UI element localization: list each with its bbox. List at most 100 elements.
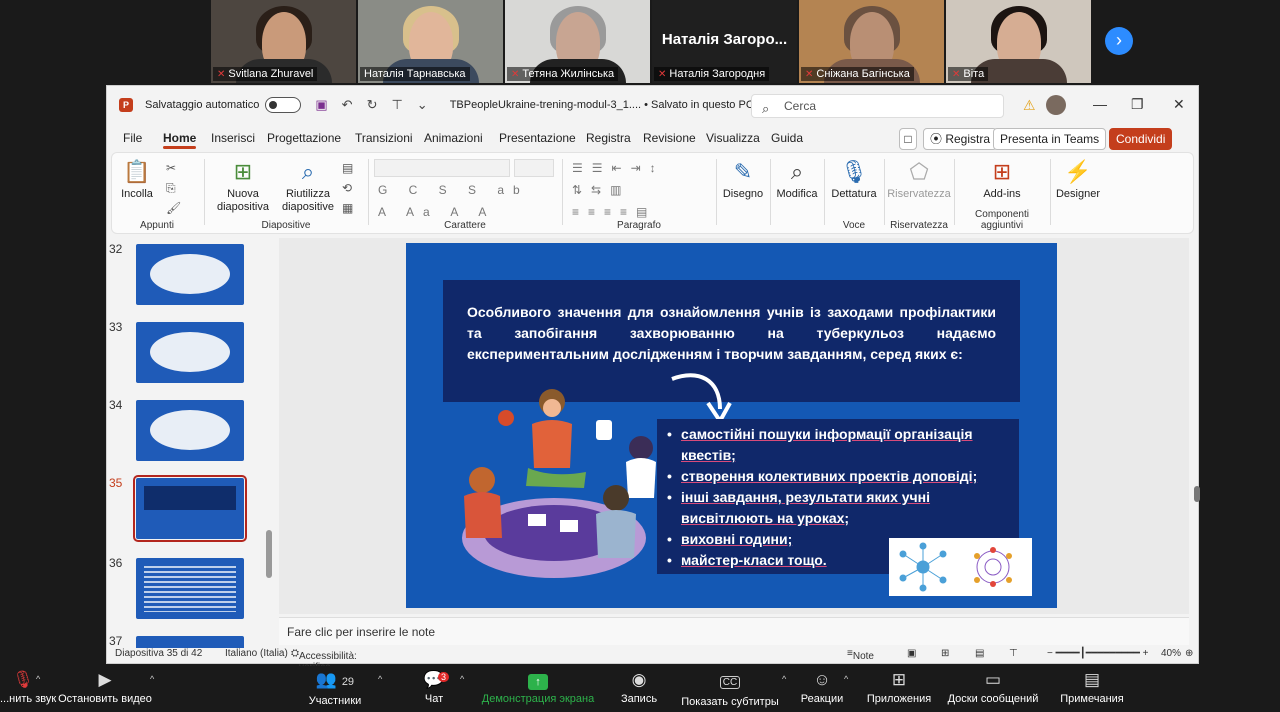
document-title[interactable]: TBPeopleUkraine-trening-modul-3_1.... • … xyxy=(450,99,765,112)
chevron-up-icon[interactable]: ^ xyxy=(782,674,786,684)
chevron-up-icon[interactable]: ^ xyxy=(844,674,848,684)
font-family-select[interactable] xyxy=(374,159,510,177)
section-icon[interactable]: ▦ xyxy=(342,201,353,215)
search-input[interactable]: ⌕ Cerca xyxy=(751,94,1004,118)
font-style-buttons[interactable]: G C S S ab xyxy=(378,183,529,197)
list-buttons[interactable]: ☰☰⇤⇥↕ xyxy=(572,161,665,175)
comments-icon[interactable]: □ xyxy=(899,128,917,150)
text-direction-buttons[interactable]: ⇅⇆▥ xyxy=(572,183,630,197)
customize-toolbar-icon[interactable]: ⌄ xyxy=(417,97,428,113)
slide-thumbnail[interactable] xyxy=(136,400,244,461)
next-page-arrow-icon[interactable]: › xyxy=(1105,27,1133,55)
fit-slide-icon[interactable]: ⊕ xyxy=(1185,648,1193,659)
alignment-buttons[interactable]: ≡≡≡≡▤ xyxy=(572,205,656,219)
tab-home[interactable]: Home xyxy=(163,131,197,149)
warning-icon[interactable]: ⚠ xyxy=(1023,97,1036,114)
font-size-select[interactable] xyxy=(514,159,554,177)
list-item: інші завдання, результати яких учні висв… xyxy=(667,487,1011,529)
maximize-icon[interactable]: ❐ xyxy=(1131,96,1144,113)
record-button[interactable]: ⦿ Registra xyxy=(923,128,998,150)
share-button[interactable]: Condividi xyxy=(1109,128,1173,150)
tab-record[interactable]: Registra xyxy=(586,131,631,145)
scrollbar-thumb[interactable] xyxy=(1194,486,1200,502)
participant-tile[interactable]: Наталія Тарнавська xyxy=(358,0,503,83)
apps-button[interactable]: ⊞ Приложения xyxy=(864,670,934,705)
copy-icon[interactable]: ⎘ xyxy=(166,181,176,196)
chevron-up-icon[interactable]: ^ xyxy=(460,674,464,684)
paste-button[interactable]: 📋 Incolla xyxy=(118,159,156,201)
slide-thumbnail[interactable] xyxy=(136,558,244,619)
slideshow-icon[interactable]: ⊤ xyxy=(1009,648,1018,659)
participant-tile[interactable]: Наталія Загоро... ✕ Наталія Загородня xyxy=(652,0,797,83)
reading-view-icon[interactable]: ▤ xyxy=(975,648,984,659)
draw-icon: ✎ xyxy=(733,159,753,184)
layout-icon[interactable]: ▤ xyxy=(342,161,353,175)
slide-thumbnail[interactable] xyxy=(136,322,244,383)
participant-tile[interactable]: ✕ Сніжана Багінська xyxy=(799,0,944,83)
captions-button[interactable]: CC Показать субтитры xyxy=(680,670,780,708)
video-camera-icon: ▶ xyxy=(98,670,112,689)
chevron-up-icon[interactable]: ^ xyxy=(36,674,40,684)
chevron-up-icon[interactable]: ^ xyxy=(378,674,382,684)
designer-button[interactable]: ⚡ Designer xyxy=(1052,159,1104,201)
addins-button[interactable]: ⊞ Add-ins xyxy=(976,159,1028,201)
slide-thumbnail-active[interactable] xyxy=(133,475,247,542)
tab-slideshow[interactable]: Presentazione xyxy=(499,131,576,145)
share-screen-button[interactable]: ↑ Демонстрация экрана xyxy=(478,670,598,705)
dictate-button[interactable]: 🎙 Dettatura xyxy=(826,159,882,201)
cut-icon[interactable]: ✂ xyxy=(166,161,176,175)
redo-icon[interactable]: ↻ xyxy=(367,97,378,113)
undo-icon[interactable]: ↶ xyxy=(342,97,353,113)
close-icon[interactable]: ✕ xyxy=(1173,96,1185,113)
record-button[interactable]: ◉ Запись xyxy=(618,670,660,705)
edit-button[interactable]: ⌕ Modifica xyxy=(772,159,822,201)
format-painter-icon[interactable]: 🖌 xyxy=(166,201,181,215)
tab-file[interactable]: File xyxy=(123,131,142,145)
current-slide[interactable]: Особливого значення для ознайомлення учн… xyxy=(406,243,1057,608)
tab-transitions[interactable]: Transizioni xyxy=(355,131,413,145)
tab-view[interactable]: Visualizza xyxy=(706,131,760,145)
slide-thumbnail[interactable] xyxy=(136,244,244,305)
tab-animations[interactable]: Animazioni xyxy=(424,131,483,145)
zoom-level[interactable]: 40% xyxy=(1161,648,1181,659)
mic-muted-icon: ✕ xyxy=(217,68,226,80)
reactions-button[interactable]: ☺ Реакции xyxy=(798,670,846,705)
reset-icon[interactable]: ⟲ xyxy=(342,181,352,195)
tab-design[interactable]: Progettazione xyxy=(267,131,341,145)
reuse-slides-icon: ⌕ xyxy=(301,159,315,184)
minimize-icon[interactable]: — xyxy=(1093,96,1107,112)
thumbnails-scrollbar[interactable] xyxy=(265,238,273,648)
slide-sorter-icon[interactable]: ⊞ xyxy=(941,648,949,659)
notes-button[interactable]: ▤ Примечания xyxy=(1056,670,1128,705)
zoom-slider[interactable]: − ━━━━┃━━━━━━━━━ + xyxy=(1047,648,1149,659)
tab-review[interactable]: Revisione xyxy=(643,131,696,145)
scrollbar-thumb[interactable] xyxy=(266,530,272,578)
language-indicator[interactable]: Italiano (Italia) xyxy=(225,648,288,659)
tab-help[interactable]: Guida xyxy=(771,131,803,145)
draw-button[interactable]: ✎ Disegno xyxy=(718,159,768,201)
participant-tile[interactable]: ✕ Тетяна Жилінська xyxy=(505,0,650,83)
save-icon[interactable]: ▣ xyxy=(315,97,327,113)
divider xyxy=(368,159,369,225)
notes-toggle[interactable]: ≡ Note xyxy=(847,648,874,662)
whiteboards-button[interactable]: ▭ Доски сообщений xyxy=(944,670,1042,705)
avatar[interactable] xyxy=(1046,95,1066,115)
participant-tile[interactable]: ✕ Віта xyxy=(946,0,1091,83)
participants-button[interactable]: 👥 29 Участники xyxy=(306,670,364,707)
new-slide-button[interactable]: ⊞ Nuova diapositiva xyxy=(212,159,274,214)
chat-button[interactable]: 💬 Чат 3 xyxy=(418,670,450,705)
accessibility-status[interactable]: ⛭ Accessibilità: verifica xyxy=(291,648,357,673)
autosave-toggle[interactable] xyxy=(265,97,302,113)
present-from-start-icon[interactable]: ⊤ xyxy=(391,97,402,113)
reuse-slides-button[interactable]: ⌕ Riutilizza diapositive xyxy=(280,159,336,214)
sensitivity-button[interactable]: ⬠ Riservatezza xyxy=(886,159,952,201)
participant-tile[interactable]: ✕ Svitlana Zhuravel xyxy=(211,0,356,83)
slide-scrollbar[interactable] xyxy=(1193,238,1203,614)
tab-insert[interactable]: Inserisci xyxy=(211,131,255,145)
stop-video-button[interactable]: ▶ Остановить видео xyxy=(58,670,152,705)
notes-input[interactable]: Fare clic per inserire le note xyxy=(279,617,1189,645)
present-in-teams-button[interactable]: Presenta in Teams xyxy=(993,128,1107,150)
normal-view-icon[interactable]: ▣ xyxy=(907,648,916,659)
chevron-up-icon[interactable]: ^ xyxy=(150,674,154,684)
font-color-buttons[interactable]: A Aa A A xyxy=(378,205,495,219)
